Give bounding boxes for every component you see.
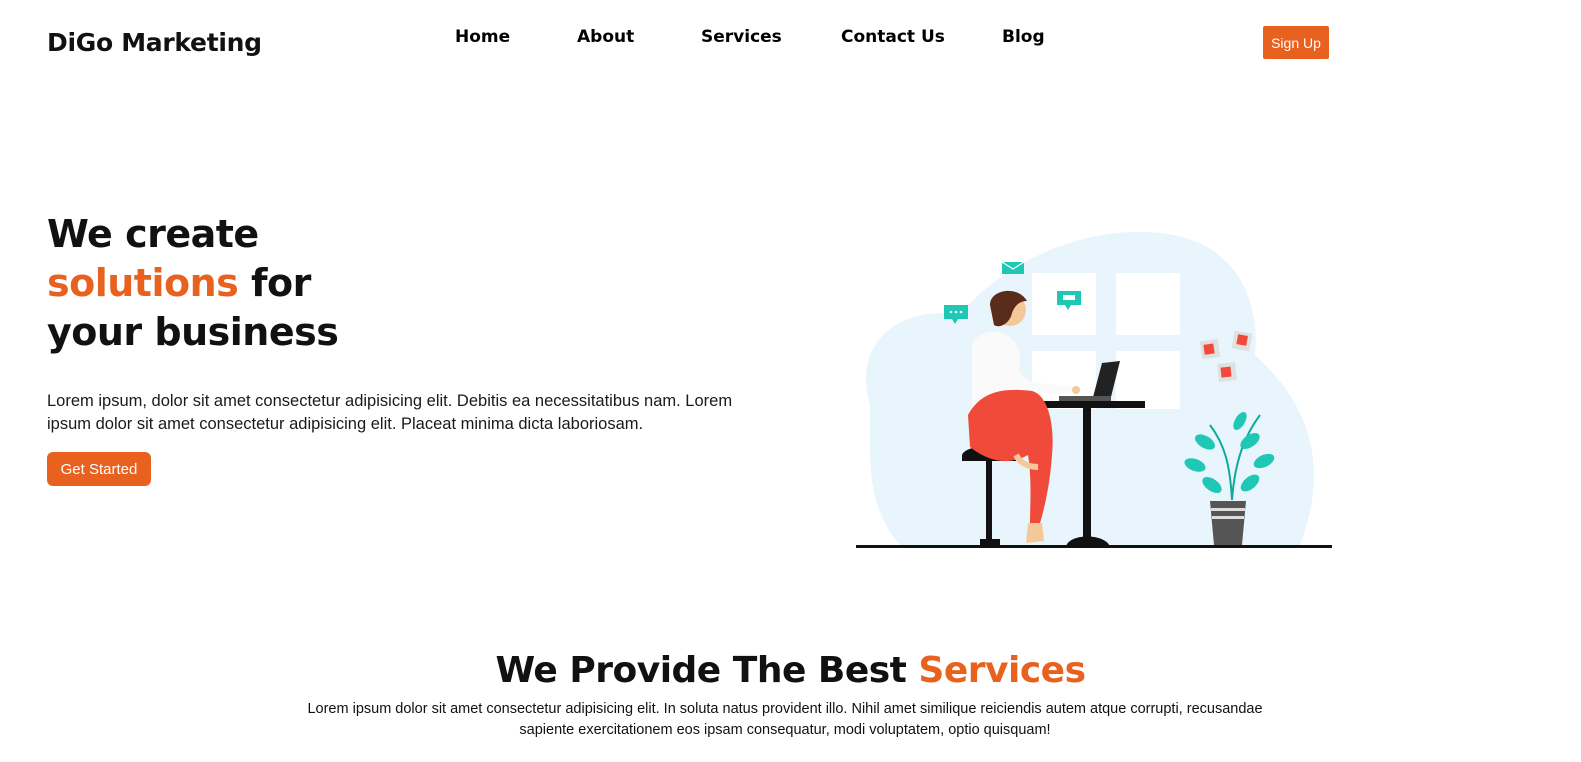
hero-title-line1: We create [47, 212, 259, 256]
hero-description: Lorem ipsum, dolor sit amet consectetur … [47, 392, 733, 433]
services-title-accent: Services [918, 650, 1086, 691]
hero-title-line3: your business [47, 310, 339, 354]
sign-up-button[interactable]: Sign Up [1263, 26, 1329, 59]
services-description: Lorem ipsum dolor sit amet consectetur a… [307, 701, 1263, 738]
sticky-note-icon [1217, 362, 1237, 382]
sticky-note-icon [1231, 330, 1253, 352]
nav-about[interactable]: About [577, 27, 634, 47]
get-started-button[interactable]: Get Started [47, 452, 151, 486]
nav-services[interactable]: Services [701, 27, 782, 47]
floor-line [856, 545, 1332, 548]
services-title-prefix: We Provide The Best [495, 650, 919, 691]
sticky-note-icon [1199, 338, 1221, 360]
nav-home[interactable]: Home [455, 27, 510, 47]
main-nav: Home About Services Contact Us Blog [0, 27, 1581, 51]
mail-icon [1001, 261, 1025, 274]
services-title: We Provide The Best Services [0, 650, 1581, 691]
hero-title-accent: solutions [47, 261, 239, 305]
hero-illustration [856, 231, 1332, 548]
hero-title: We create solutions for your business [47, 210, 339, 357]
nav-blog[interactable]: Blog [1002, 27, 1045, 47]
hero-title-line2: for [238, 261, 311, 305]
nav-contact-us[interactable]: Contact Us [841, 27, 945, 47]
